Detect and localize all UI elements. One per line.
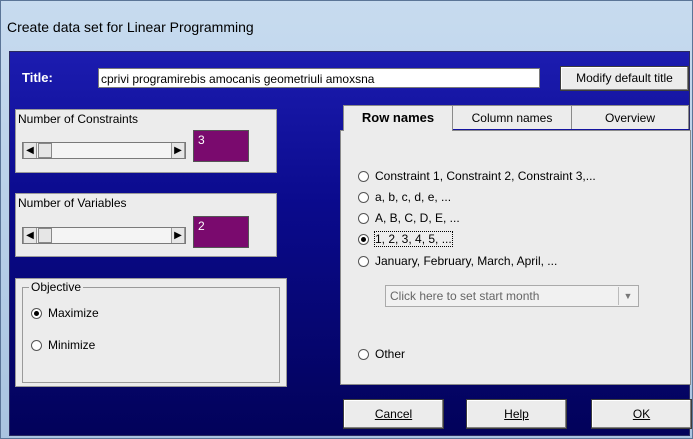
ok-button[interactable]: OK (591, 399, 692, 429)
title-label: Title: (22, 70, 53, 85)
option-label: a, b, c, d, e, ... (375, 190, 452, 204)
row-name-option-lowercase[interactable]: a, b, c, d, e, ... (358, 190, 451, 204)
option-label: 1, 2, 3, 4, 5, ... (374, 231, 453, 247)
objective-group: Objective Maximize Minimize (15, 278, 287, 387)
scroll-left-arrow-icon[interactable]: ◀ (23, 143, 37, 158)
maximize-label: Maximize (48, 306, 99, 320)
row-names-tabs: Row names Column names Overview Constrai… (340, 105, 691, 385)
objective-maximize-radio[interactable]: Maximize (31, 306, 99, 320)
title-input[interactable]: cprivi programirebis amocanis geometriul… (98, 68, 540, 88)
row-name-option-numbers[interactable]: 1, 2, 3, 4, 5, ... (358, 231, 453, 247)
radio-unchecked-icon (31, 340, 42, 351)
row-name-option-uppercase[interactable]: A, B, C, D, E, ... (358, 211, 460, 225)
chevron-down-icon[interactable]: ▼ (618, 287, 637, 305)
constraints-scrollbar[interactable]: ◀ ▶ (22, 142, 186, 159)
radio-unchecked-icon (358, 213, 369, 224)
scroll-right-arrow-icon[interactable]: ▶ (171, 228, 185, 243)
dialog-window: Create data set for Linear Programming T… (0, 0, 693, 439)
option-label: A, B, C, D, E, ... (375, 211, 460, 225)
radio-checked-icon (358, 234, 369, 245)
radio-checked-icon (31, 308, 42, 319)
option-label: January, February, March, April, ... (375, 254, 558, 268)
start-month-placeholder: Click here to set start month (390, 289, 540, 303)
option-label: Other (375, 347, 406, 361)
radio-unchecked-icon (358, 349, 369, 360)
ok-label: OK (632, 407, 651, 421)
objective-legend: Objective (29, 280, 84, 294)
radio-unchecked-icon (358, 192, 369, 203)
constraints-label: Number of Constraints (18, 112, 139, 126)
start-month-select[interactable]: Click here to set start month ▼ (385, 285, 639, 307)
help-button[interactable]: Help (466, 399, 567, 429)
radio-unchecked-icon (358, 256, 369, 267)
minimize-label: Minimize (48, 338, 96, 352)
row-name-option-months[interactable]: January, February, March, April, ... (358, 254, 557, 268)
tab-column-names[interactable]: Column names (452, 105, 572, 129)
objective-fieldset: Objective Maximize Minimize (22, 280, 280, 383)
objective-minimize-radio[interactable]: Minimize (31, 338, 95, 352)
row-name-option-constraint[interactable]: Constraint 1, Constraint 2, Constraint 3… (358, 169, 596, 183)
row-name-option-other[interactable]: Other (358, 347, 405, 361)
variables-group: Number of Variables ◀ ▶ 2 (15, 193, 277, 257)
scroll-thumb[interactable] (38, 228, 52, 243)
variables-scrollbar[interactable]: ◀ ▶ (22, 227, 186, 244)
modify-default-title-button[interactable]: Modify default title (560, 66, 689, 91)
tab-overview[interactable]: Overview (571, 105, 689, 129)
tab-row-names[interactable]: Row names (343, 105, 453, 131)
help-label: Help (504, 407, 529, 421)
window-title: Create data set for Linear Programming (7, 19, 254, 35)
variables-value: 2 (193, 216, 249, 248)
radio-unchecked-icon (358, 171, 369, 182)
row-names-panel: Constraint 1, Constraint 2, Constraint 3… (340, 130, 691, 385)
cancel-label: Cancel (374, 407, 413, 421)
constraints-value: 3 (193, 130, 249, 162)
dialog-body: Title: cprivi programirebis amocanis geo… (9, 51, 692, 436)
scroll-thumb[interactable] (38, 143, 52, 158)
constraints-group: Number of Constraints ◀ ▶ 3 (15, 109, 277, 173)
option-label: Constraint 1, Constraint 2, Constraint 3… (375, 169, 596, 183)
cancel-button[interactable]: Cancel (343, 399, 444, 429)
scroll-left-arrow-icon[interactable]: ◀ (23, 228, 37, 243)
variables-label: Number of Variables (18, 196, 127, 210)
scroll-right-arrow-icon[interactable]: ▶ (171, 143, 185, 158)
